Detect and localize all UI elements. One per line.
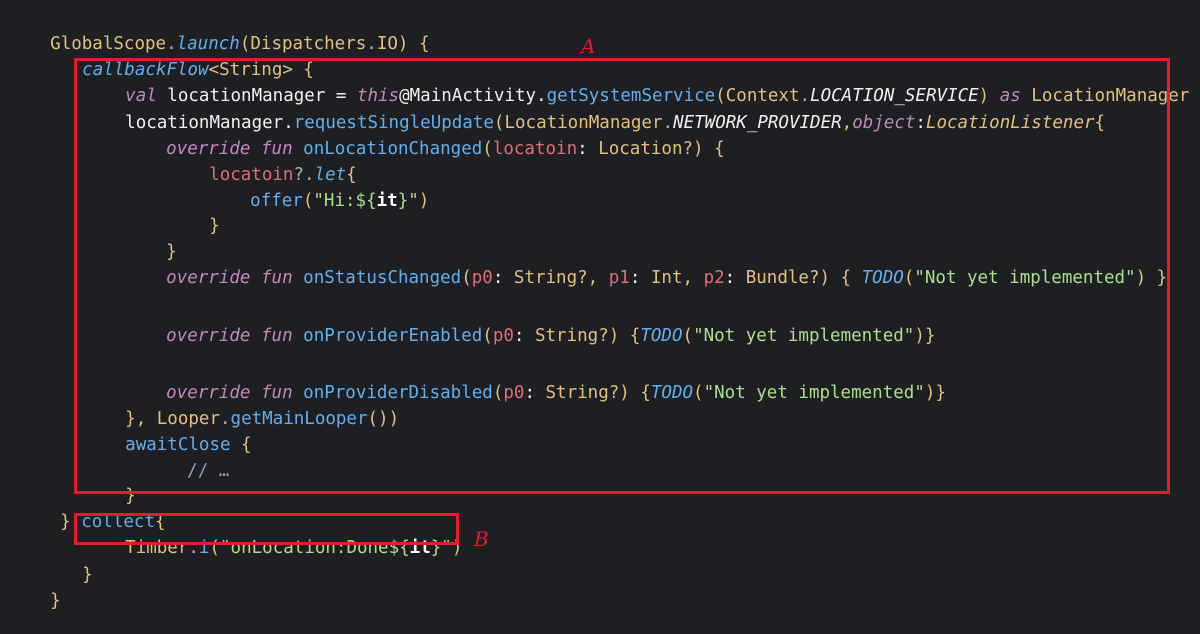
token: . [366,34,377,54]
token: } [82,565,93,585]
highlight-box-b [74,513,459,545]
code-line: GlobalScope.launch(Dispatchers.IO) { [8,11,429,54]
token: ) { [397,34,430,54]
annotation-label-a: A [581,34,596,58]
token: IO [376,34,398,54]
annotation-label-b: B [474,527,489,551]
highlight-box-a [74,58,1170,494]
code-line: } [40,542,93,585]
code-editor[interactable]: GlobalScope.launch(Dispatchers.IO) { cal… [0,0,1200,611]
code-line: } [8,568,61,611]
token: } [50,591,61,611]
code-line: callbackFlow<String> { [40,37,314,80]
